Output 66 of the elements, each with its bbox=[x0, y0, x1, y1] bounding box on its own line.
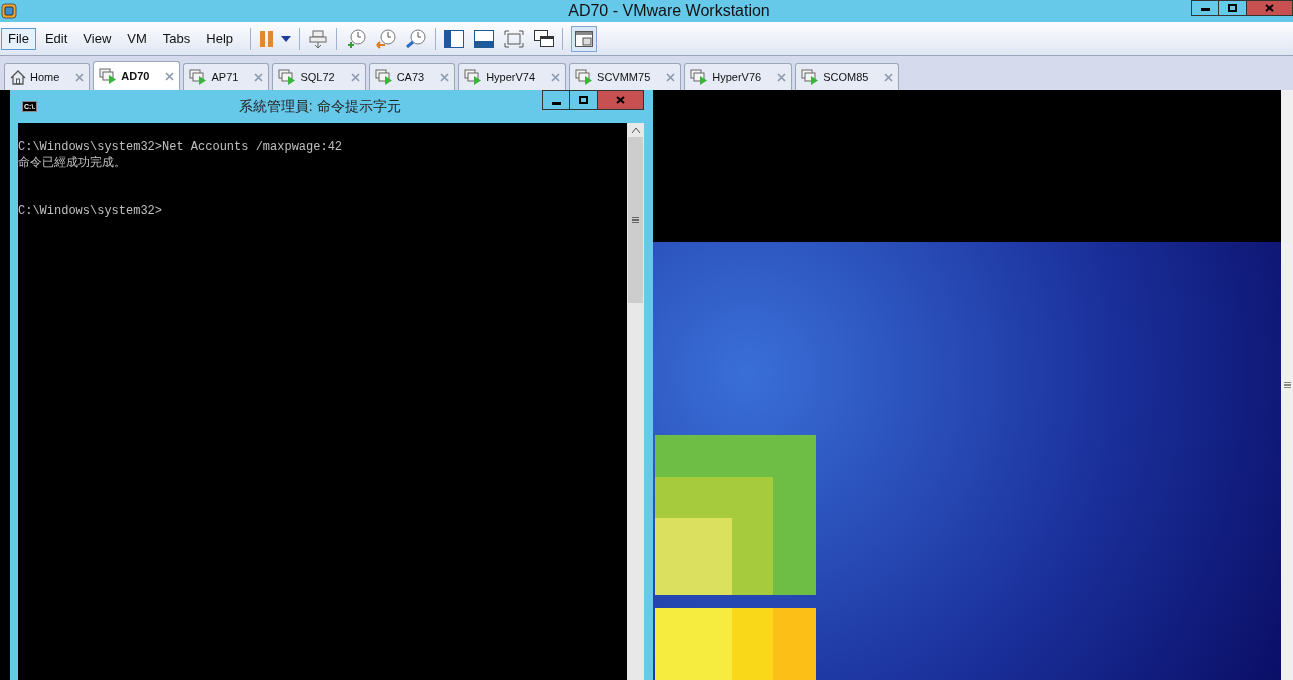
vm-tab[interactable]: SQL72 bbox=[272, 63, 366, 90]
close-icon[interactable] bbox=[350, 72, 360, 82]
vm-tab[interactable]: CA73 bbox=[368, 63, 456, 90]
windows-icon[interactable] bbox=[534, 29, 555, 48]
vertical-scrollbar[interactable] bbox=[1281, 90, 1293, 680]
restore-icon bbox=[579, 96, 588, 104]
close-icon[interactable] bbox=[254, 72, 264, 82]
snapshot-add-icon[interactable] bbox=[345, 27, 368, 50]
window-title: AD70 - VMware Workstation bbox=[568, 1, 770, 21]
sidebar-view-icon[interactable] bbox=[444, 29, 465, 48]
vm-icon bbox=[801, 69, 820, 85]
console-title: 系統管理員: 命令提示字元 bbox=[238, 97, 401, 116]
vm-tab[interactable]: SCOM85 bbox=[795, 63, 900, 90]
close-icon bbox=[1265, 4, 1274, 12]
maximize-button[interactable] bbox=[570, 90, 598, 110]
home-icon bbox=[10, 69, 26, 85]
app-logo-icon bbox=[1, 3, 17, 19]
snapshot-manager-icon[interactable] bbox=[405, 27, 428, 50]
menu-item[interactable]: Tabs bbox=[155, 27, 198, 50]
vm-tab[interactable]: AD70 bbox=[93, 61, 181, 90]
vm-icon bbox=[99, 68, 118, 84]
network-icon[interactable] bbox=[308, 28, 329, 49]
console-line: 命令已經成功完成。 bbox=[18, 155, 126, 171]
close-icon[interactable] bbox=[440, 72, 450, 82]
menu-item[interactable]: Help bbox=[199, 27, 241, 50]
close-icon[interactable] bbox=[666, 72, 676, 82]
vm-icon bbox=[278, 69, 297, 85]
vm-icon bbox=[464, 69, 483, 85]
fullscreen-icon[interactable] bbox=[504, 29, 525, 48]
vm-icon bbox=[575, 69, 594, 85]
restore-icon bbox=[1228, 4, 1237, 12]
menu-item[interactable]: Edit bbox=[37, 27, 75, 50]
maximize-button[interactable] bbox=[1219, 0, 1247, 16]
minimize-button[interactable] bbox=[542, 90, 570, 110]
close-icon[interactable] bbox=[777, 72, 787, 82]
caret-icon[interactable] bbox=[281, 35, 292, 42]
vm-tab[interactable]: SCVMM75 bbox=[569, 63, 682, 90]
console-view-icon[interactable] bbox=[474, 29, 495, 48]
close-icon[interactable] bbox=[165, 71, 175, 81]
minimize-icon bbox=[1200, 8, 1210, 11]
menu-item[interactable]: VM bbox=[120, 27, 154, 50]
vm-icon bbox=[189, 69, 208, 85]
close-icon[interactable] bbox=[884, 72, 894, 82]
vm-tab[interactable]: AP71 bbox=[183, 63, 270, 90]
close-icon[interactable] bbox=[551, 72, 561, 82]
close-button[interactable] bbox=[598, 90, 644, 110]
library-view-button[interactable] bbox=[571, 25, 598, 52]
console-line: C:\Windows\system32>Net Accounts /maxpwage:42 bbox=[18, 139, 343, 155]
vm-tab[interactable]: HyperV74 bbox=[458, 63, 567, 90]
scrollbar[interactable] bbox=[627, 123, 644, 680]
pause-icon[interactable] bbox=[259, 30, 276, 47]
library-icon bbox=[575, 30, 594, 47]
minimize-icon bbox=[551, 102, 561, 105]
minimize-button[interactable] bbox=[1191, 0, 1219, 16]
snapshot-revert-icon[interactable] bbox=[375, 27, 398, 50]
menu-item[interactable]: File bbox=[1, 27, 36, 50]
console-line: C:\Windows\system32> bbox=[18, 203, 163, 219]
close-icon[interactable] bbox=[75, 72, 85, 82]
vm-icon bbox=[690, 69, 709, 85]
close-icon bbox=[616, 96, 625, 104]
menu-item[interactable]: View bbox=[76, 27, 119, 50]
vm-tab[interactable]: Home bbox=[4, 63, 91, 90]
scroll-thumb[interactable] bbox=[628, 137, 643, 303]
close-button[interactable] bbox=[1247, 0, 1293, 16]
vm-icon bbox=[374, 69, 393, 85]
vm-tab[interactable]: HyperV76 bbox=[684, 63, 793, 90]
